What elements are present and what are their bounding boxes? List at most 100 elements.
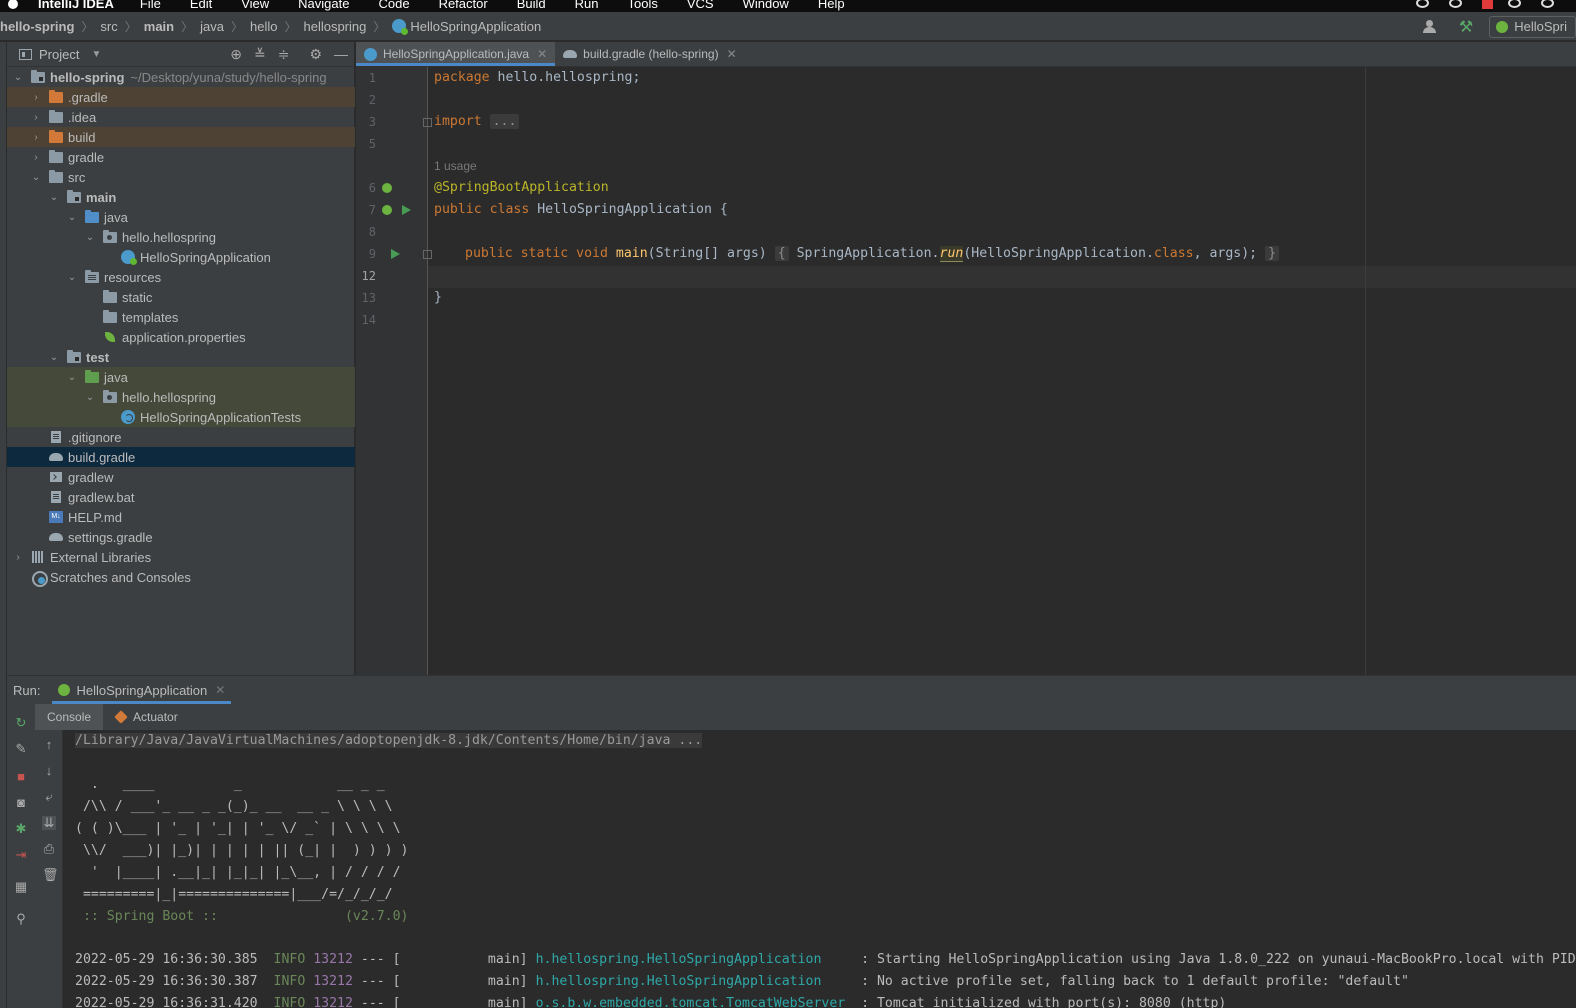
exit-icon[interactable]: ⇥ [14, 848, 28, 862]
tree-item-java[interactable]: ⌄ java [7, 207, 355, 227]
menu-help[interactable]: Help [818, 0, 845, 11]
tree-item-templates[interactable]: › templates [7, 307, 355, 327]
tab-actuator[interactable]: Actuator [103, 704, 190, 730]
tree-item-build[interactable]: › build [7, 127, 355, 147]
close-icon[interactable]: ✕ [215, 683, 225, 697]
chevron-down-icon[interactable]: ⌄ [13, 72, 23, 83]
app-menu[interactable]: IntelliJ IDEA [38, 0, 114, 11]
tree-item-src[interactable]: ⌄ src [7, 167, 355, 187]
breadcrumb-src[interactable]: src [100, 19, 117, 34]
tray-icon[interactable] [1449, 0, 1462, 8]
chevron-down-icon[interactable]: ⌄ [49, 192, 59, 203]
chevron-down-icon[interactable]: ▼ [91, 49, 101, 60]
tray-icon[interactable] [1416, 0, 1429, 8]
tree-item-static[interactable]: › static [7, 287, 355, 307]
chevron-right-icon[interactable]: › [31, 112, 41, 123]
chevron-down-icon[interactable]: ⌄ [67, 212, 77, 223]
chevron-right-icon[interactable]: › [31, 152, 41, 163]
tree-item-main[interactable]: ⌄ main [7, 187, 355, 207]
expand-all-icon[interactable]: ≚ [254, 46, 266, 63]
menu-view[interactable]: View [241, 0, 269, 11]
menu-run[interactable]: Run [575, 0, 599, 11]
stop-icon[interactable]: ■ [14, 770, 28, 784]
chevron-down-icon[interactable]: ⌄ [31, 172, 41, 183]
menu-code[interactable]: Code [378, 0, 409, 11]
tab-hello-spring-application-java[interactable]: HelloSpringApplication.java ✕ [356, 42, 556, 66]
tree-item-hello-spring[interactable]: ⌄ hello-spring ~/Desktop/yuna/study/hell… [7, 67, 355, 87]
tree-item-test[interactable]: ⌄ test [7, 347, 355, 367]
arrow-down-icon[interactable]: ↓ [42, 764, 56, 778]
tab-build-gradle[interactable]: build.gradle (hello-spring) ✕ [555, 42, 744, 66]
folded-brace[interactable]: { [774, 246, 789, 261]
tree-item-build-gradle[interactable]: › build.gradle [7, 447, 355, 467]
bluetooth-icon[interactable] [1541, 0, 1554, 8]
chevron-right-icon[interactable]: › [31, 132, 41, 143]
tray-recording-icon[interactable] [1482, 0, 1488, 9]
breadcrumb-hellospring[interactable]: hellospring [303, 19, 366, 34]
breadcrumb-java[interactable]: java [200, 19, 224, 34]
tree-item-package[interactable]: ⌄ hello.hellospring [7, 227, 355, 247]
debug-icon[interactable]: ✱ [14, 822, 28, 836]
breadcrumb-main[interactable]: main [144, 19, 174, 34]
apple-icon[interactable] [6, 0, 20, 10]
close-icon[interactable]: ✕ [537, 47, 547, 61]
scroll-to-end-icon[interactable]: ⇊ [42, 816, 56, 830]
hide-icon[interactable]: — [334, 46, 348, 63]
tree-item-dot-gradle[interactable]: › .gradle [7, 87, 355, 107]
camera-icon[interactable]: ◙ [14, 796, 28, 810]
fold-icon[interactable] [423, 118, 432, 127]
menu-navigate[interactable]: Navigate [298, 0, 349, 11]
spring-bean-gutter-icon[interactable] [382, 205, 392, 215]
chevron-down-icon[interactable]: ⌄ [67, 372, 77, 383]
tree-item-gitignore[interactable]: › .gitignore [7, 427, 355, 447]
tree-item-test-class[interactable]: › HelloSpringApplicationTests [7, 407, 355, 427]
hammer-icon[interactable]: ⚒ [1459, 17, 1473, 37]
usage-hint[interactable]: 1 usage [434, 159, 477, 173]
menu-build[interactable]: Build [517, 0, 546, 11]
run-tab-hello-spring-application[interactable]: HelloSpringApplication ✕ [52, 676, 232, 704]
tree-item-test-package[interactable]: ⌄ hello.hellospring [7, 387, 355, 407]
tree-item-settings-gradle[interactable]: › settings.gradle [7, 527, 355, 547]
menu-tools[interactable]: Tools [627, 0, 657, 11]
tree-item-resources[interactable]: ⌄ resources [7, 267, 355, 287]
menu-edit[interactable]: Edit [190, 0, 212, 11]
tree-item-scratches[interactable]: › Scratches and Consoles [7, 567, 355, 587]
folded-brace[interactable]: } [1265, 246, 1280, 261]
close-icon[interactable]: ✕ [727, 47, 737, 61]
collapse-all-icon[interactable]: ≑ [278, 46, 290, 63]
breadcrumb-hello[interactable]: hello [250, 19, 277, 34]
wrench-icon[interactable]: ✎ [14, 742, 28, 756]
gear-icon[interactable]: ⚙ [309, 46, 322, 63]
breadcrumb-project[interactable]: hello-spring [0, 19, 74, 34]
chevron-right-icon[interactable]: › [31, 92, 41, 103]
tree-item-gradlew-bat[interactable]: › gradlew.bat [7, 487, 355, 507]
fold-icon[interactable] [423, 250, 432, 259]
tree-item-main-class[interactable]: › HelloSpringApplication [7, 247, 355, 267]
user-icon[interactable] [1422, 19, 1443, 34]
tab-console[interactable]: Console [35, 704, 104, 730]
tree-item-test-java[interactable]: ⌄ java [7, 367, 355, 387]
console-output[interactable]: /Library/Java/JavaVirtualMachines/adopto… [75, 730, 1576, 1008]
menu-window[interactable]: Window [743, 0, 789, 11]
console-command-line[interactable]: /Library/Java/JavaVirtualMachines/adopto… [75, 733, 703, 748]
layout-icon[interactable]: ▦ [14, 880, 28, 894]
trash-icon[interactable]: 🗑 [42, 868, 59, 882]
run-gutter-icon[interactable] [402, 205, 411, 215]
tree-item-idea[interactable]: › .idea [7, 107, 355, 127]
menu-file[interactable]: File [140, 0, 161, 11]
chevron-down-icon[interactable]: ⌄ [85, 392, 95, 403]
run-config-selector[interactable]: HelloSpri [1489, 15, 1576, 38]
chevron-down-icon[interactable]: ⌄ [49, 352, 59, 363]
soft-wrap-icon[interactable]: ⤶ [42, 790, 56, 804]
pin-icon[interactable]: ⚲ [14, 912, 28, 926]
run-gutter-icon[interactable] [391, 249, 400, 259]
spring-bean-gutter-icon[interactable] [382, 183, 392, 193]
menu-vcs[interactable]: VCS [687, 0, 714, 11]
breadcrumb-class[interactable]: HelloSpringApplication [392, 19, 541, 35]
tree-item-application-properties[interactable]: › application.properties [7, 327, 355, 347]
tray-icon[interactable] [1508, 0, 1521, 8]
chevron-down-icon[interactable]: ⌄ [85, 232, 95, 243]
tree-item-gradle[interactable]: › gradle [7, 147, 355, 167]
tree-item-external-libraries[interactable]: › External Libraries [7, 547, 355, 567]
code-editor[interactable]: 1 2 3 5 6 7 8 9 12 13 14 package hello.h… [356, 67, 1576, 675]
